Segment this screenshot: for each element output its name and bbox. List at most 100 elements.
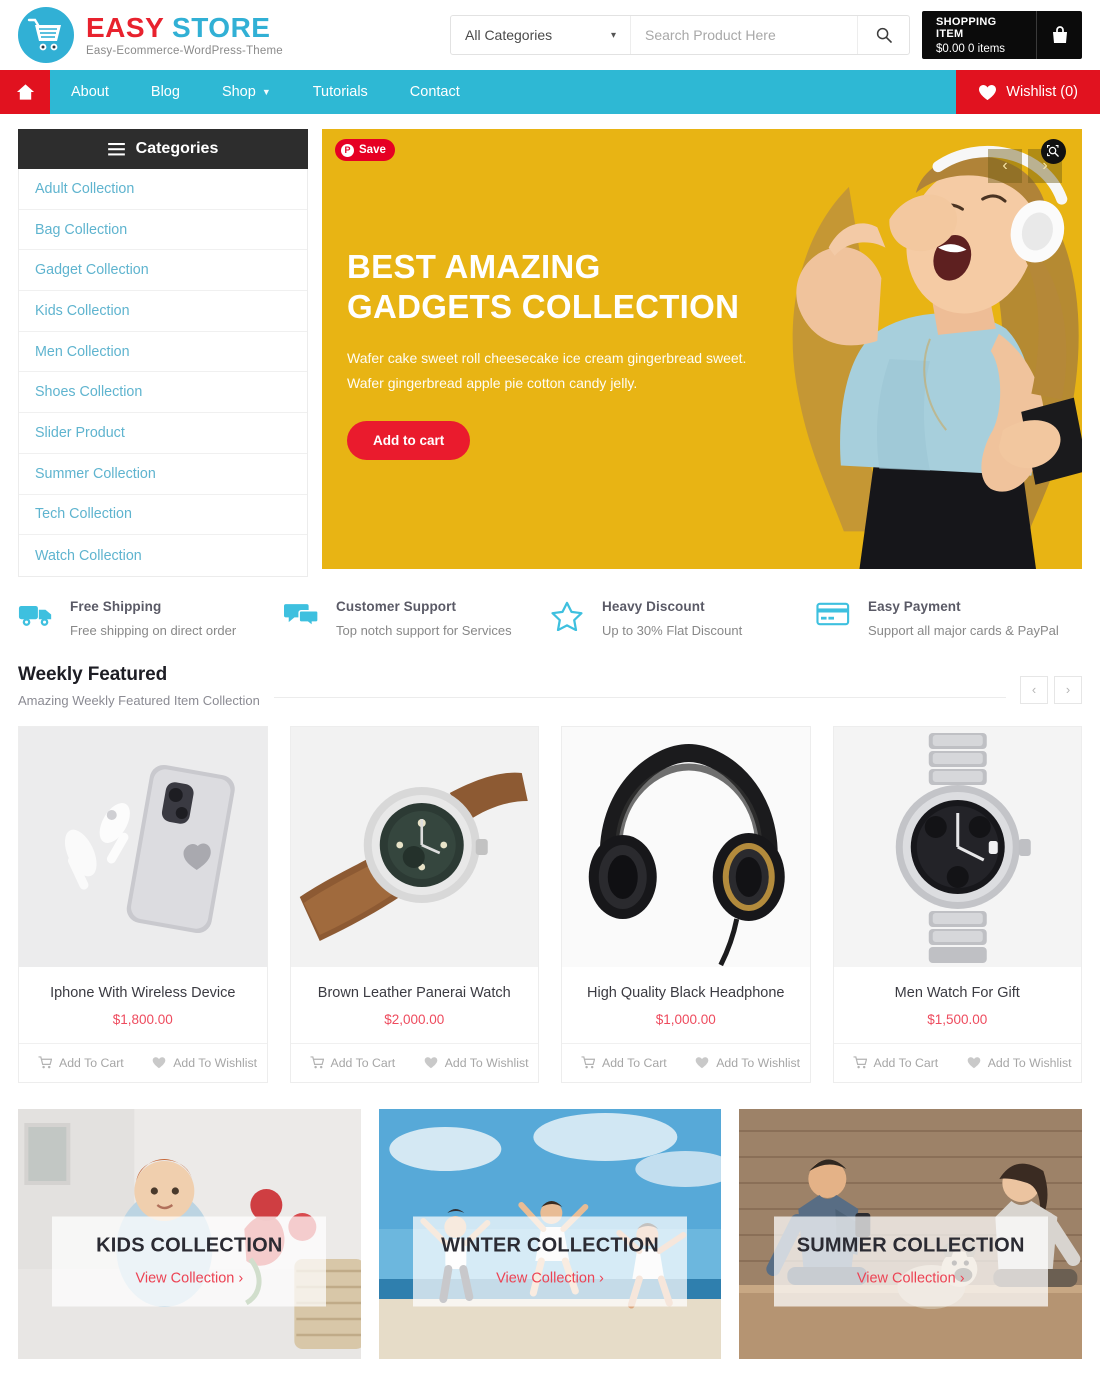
product-name: Iphone With Wireless Device [50,984,236,1001]
feature-customer-support: Customer Support Top notch support for S… [284,599,550,638]
weekly-prev-button[interactable]: ‹ [1020,675,1048,704]
product-name: High Quality Black Headphone [587,984,785,1001]
wishlist-label: Wishlist (0) [1006,84,1078,100]
add-to-wishlist-label: Add To Wishlist [173,1055,258,1070]
cart-icon [310,1056,324,1069]
collection-overlay: WINTER COLLECTION View Collection › [412,1216,688,1307]
chevron-down-icon: ▼ [261,87,271,97]
add-to-cart-button[interactable]: Add To Cart [834,1044,958,1082]
product-image-headphone [562,726,810,967]
search-button[interactable] [857,16,909,54]
product-price: $1,000.00 [655,1011,716,1027]
add-to-cart-button[interactable]: Add To Cart [291,1044,415,1082]
feature-title: Heavy Discount [602,598,705,614]
categories-panel: Categories Adult Collection Bag Collecti… [18,129,308,577]
cart-total: $0.00 0 items [936,42,1006,55]
view-collection-link[interactable]: View Collection › [62,1270,316,1286]
add-to-cart-label: Add To Cart [873,1055,939,1070]
truck-icon [18,599,56,633]
view-collection-link[interactable]: View Collection › [784,1270,1038,1286]
pinterest-save-button[interactable]: P Save [335,139,395,161]
product-price: $2,000.00 [384,1011,445,1027]
category-label: Kids Collection [35,302,130,319]
categories-header[interactable]: Categories [18,129,308,169]
divider [273,696,1006,698]
heart-icon [695,1057,709,1069]
product-card[interactable]: Men Watch For Gift $1,500.00 Add To Cart… [832,725,1082,1083]
weekly-next-button[interactable]: › [1054,675,1082,704]
category-item-shoes[interactable]: Shoes Collection [19,372,307,414]
add-to-wishlist-button[interactable]: Add To Wishlist [686,1044,810,1082]
add-to-wishlist-label: Add To Wishlist [716,1055,801,1070]
feature-desc: Support all major cards & PayPal [868,622,1059,638]
shopping-cart-summary[interactable]: SHOPPING ITEM $0.00 0 items [922,11,1082,59]
categories-title: Categories [135,140,219,157]
wishlist-button[interactable]: Wishlist (0) [956,70,1100,114]
nav-item-contact[interactable]: Contact [389,70,481,114]
category-item-bag[interactable]: Bag Collection [19,209,307,251]
features-bar: Free Shipping Free shipping on direct or… [0,577,1100,656]
hero-description: Wafer cake sweet roll cheesecake ice cre… [347,349,747,392]
section-title: Weekly Featured [18,663,168,685]
site-header: EASY STORE Easy-Ecommerce-WordPress-Them… [0,0,1100,70]
hero-prev-button[interactable]: ‹ [988,149,1022,183]
main-content-row: Categories Adult Collection Bag Collecti… [0,114,1100,577]
product-card[interactable]: Iphone With Wireless Device $1,800.00 Ad… [18,725,268,1083]
nav-label: Tutorials [312,84,368,100]
collection-banner-summer[interactable]: SUMMER COLLECTION View Collection › [739,1108,1083,1359]
nav-item-shop[interactable]: Shop ▼ [201,70,292,114]
visual-search-icon[interactable] [1041,139,1066,164]
cart-label: SHOPPING ITEM [936,15,997,40]
category-label: Tech Collection [35,506,132,523]
nav-item-tutorials[interactable]: Tutorials [292,70,389,114]
product-card[interactable]: High Quality Black Headphone $1,000.00 A… [561,725,811,1083]
category-item-kids[interactable]: Kids Collection [19,291,307,332]
hero-title: BEST AMAZING GADGETS COLLECTION [347,247,767,328]
category-select-value: All Categories [465,27,553,43]
category-label: Slider Product [35,424,125,441]
nav-item-blog[interactable]: Blog [130,70,201,114]
category-item-slider[interactable]: Slider Product [19,413,307,454]
add-to-cart-button[interactable]: Add To Cart [19,1044,143,1082]
collection-banner-winter[interactable]: WINTER COLLECTION View Collection › [378,1108,722,1359]
category-item-summer[interactable]: Summer Collection [19,453,307,495]
search-icon [876,27,892,43]
site-logo[interactable]: EASY STORE Easy-Ecommerce-WordPress-Them… [18,7,438,63]
category-label: Shoes Collection [35,384,143,401]
heart-icon [967,1057,981,1069]
product-card[interactable]: Brown Leather Panerai Watch $2,000.00 Ad… [289,725,539,1083]
section-subtitle: Amazing Weekly Featured Item Collection [18,692,260,708]
category-item-men[interactable]: Men Collection [19,331,307,373]
add-to-wishlist-label: Add To Wishlist [987,1055,1072,1070]
add-to-wishlist-button[interactable]: Add To Wishlist [414,1044,538,1082]
add-to-wishlist-button[interactable]: Add To Wishlist [143,1044,267,1082]
logo-tagline: Easy-Ecommerce-WordPress-Theme [86,45,283,58]
product-name: Brown Leather Panerai Watch [317,984,511,1001]
category-item-tech[interactable]: Tech Collection [19,494,307,536]
category-item-gadget[interactable]: Gadget Collection [19,250,307,292]
feature-desc: Free shipping on direct order [70,622,237,638]
hero-add-to-cart-button[interactable]: Add to cart [347,421,471,461]
hero-title-line1: BEST AMAZING [347,248,601,285]
collection-banner-kids[interactable]: KIDS COLLECTION View Collection › [18,1108,361,1359]
category-select[interactable]: All Categories ▾ [451,16,631,54]
category-item-watch[interactable]: Watch Collection [19,535,307,576]
collection-title: SUMMER COLLECTION [796,1234,1025,1257]
feature-title: Customer Support [336,598,457,614]
nav-label: Shop [221,84,256,100]
product-actions: Add To Cart Add To Wishlist [833,1042,1081,1082]
add-to-wishlist-button[interactable]: Add To Wishlist [957,1044,1081,1082]
product-image-men-watch [833,726,1081,967]
nav-label: About [71,84,109,100]
nav-item-about[interactable]: About [50,70,130,114]
nav-home-button[interactable] [0,70,50,114]
add-to-cart-button[interactable]: Add To Cart [562,1044,686,1082]
search-input[interactable] [631,16,857,54]
category-item-adult[interactable]: Adult Collection [19,169,307,210]
view-collection-link[interactable]: View Collection › [423,1270,677,1286]
product-image-leather-watch [290,726,538,967]
category-label: Adult Collection [35,180,135,197]
cart-icon [853,1056,867,1069]
main-navigation: About Blog Shop ▼ Tutorials Contact Wish… [0,70,1100,114]
heart-icon [424,1057,438,1069]
